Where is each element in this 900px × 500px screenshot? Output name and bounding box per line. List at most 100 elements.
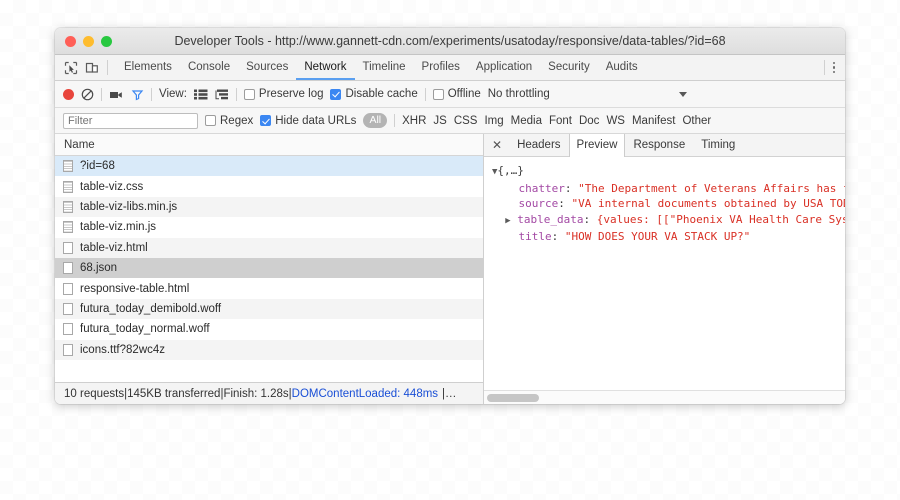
json-root-label: {,…} (497, 164, 524, 177)
json-key: title (518, 230, 552, 243)
filter-type-ws[interactable]: WS (606, 115, 625, 127)
device-toolbar-icon[interactable] (85, 61, 99, 75)
hide-data-urls-checkbox[interactable] (260, 115, 272, 126)
scrollbar-thumb[interactable] (487, 393, 539, 402)
window-controls (55, 35, 112, 47)
funnel-icon[interactable] (131, 88, 144, 101)
filter-type-css[interactable]: CSS (454, 115, 478, 127)
json-key: source (518, 197, 559, 210)
table-row[interactable]: table-viz.min.js (55, 217, 483, 237)
toolbar-divider-3 (235, 87, 237, 101)
json-value: {values: [["Phoenix VA Health Care Syste (596, 212, 845, 226)
camera-icon[interactable] (109, 88, 124, 101)
status-trailing: |… (442, 387, 457, 400)
minimize-window-button[interactable] (83, 35, 94, 47)
document-icon (63, 262, 73, 275)
clear-icon[interactable] (81, 88, 94, 101)
close-icon[interactable]: ✕ (484, 134, 509, 156)
document-icon (63, 343, 73, 356)
table-row[interactable]: table-viz.css (55, 176, 483, 196)
table-row[interactable]: table-viz-libs.min.js (55, 196, 483, 218)
detail-tab-headers[interactable]: Headers (509, 134, 568, 156)
tab-network[interactable]: Network (296, 55, 355, 80)
hide-data-urls-toggle[interactable]: Hide data URLs (260, 115, 356, 127)
kebab-menu-icon[interactable] (825, 55, 846, 80)
json-root-row[interactable]: ▼{,…} (492, 163, 845, 181)
devtools-window: Developer Tools - http://www.gannett-cdn… (55, 28, 845, 404)
detail-tab-timing[interactable]: Timing (693, 134, 743, 156)
filter-type-font[interactable]: Font (549, 115, 572, 127)
filter-type-media[interactable]: Media (511, 115, 542, 127)
json-value: "The Department of Veterans Affairs has … (578, 181, 845, 195)
table-row[interactable]: 68.json (55, 257, 483, 279)
table-row[interactable]: futura_today_demibold.woff (55, 298, 483, 320)
json-row: title: "HOW DOES YOUR VA STACK UP?" (518, 230, 751, 243)
tab-application[interactable]: Application (468, 55, 540, 80)
offline-toggle[interactable]: Offline (432, 88, 481, 100)
preserve-log-label: Preserve log (258, 88, 324, 100)
regex-checkbox[interactable] (205, 115, 216, 126)
regex-label: Regex (220, 114, 254, 127)
horizontal-scrollbar[interactable] (484, 390, 845, 404)
json-preview: ▼{,…} chatter: "The Department of Vetera… (484, 157, 845, 390)
tab-console[interactable]: Console (180, 55, 238, 80)
table-row[interactable]: responsive-table.html (55, 278, 483, 298)
detail-tab-response[interactable]: Response (625, 134, 693, 156)
title-bar: Developer Tools - http://www.gannett-cdn… (55, 28, 845, 55)
table-row[interactable]: table-viz.html (55, 237, 483, 258)
request-name: table-viz-libs.min.js (80, 200, 178, 213)
table-row[interactable]: ?id=68 (55, 156, 483, 177)
list-view-icon[interactable] (193, 89, 208, 100)
request-name: 68.json (80, 262, 118, 275)
toolbar-divider-1 (101, 87, 102, 101)
table-row[interactable]: futura_today_normal.woff (55, 319, 483, 339)
filter-type-img[interactable]: Img (484, 115, 503, 127)
close-window-button[interactable] (65, 35, 76, 47)
status-domcontentloaded: DOMContentLoaded: 448ms (291, 387, 439, 400)
json-row-expandable[interactable]: ▶ table_data: {values: [["Phoenix VA Hea… (492, 212, 845, 230)
filter-input[interactable] (63, 112, 198, 129)
preserve-log-toggle[interactable]: Preserve log (243, 88, 324, 100)
offline-checkbox[interactable] (432, 88, 444, 100)
toolbar-divider-2 (151, 87, 152, 101)
request-list-column-header[interactable]: Name (55, 134, 483, 156)
document-icon (63, 302, 73, 315)
document-lines-icon (63, 180, 73, 193)
chevron-down-icon[interactable] (679, 91, 687, 97)
document-lines-icon (63, 160, 73, 173)
throttling-value[interactable]: No throttling (488, 88, 550, 100)
json-row: source: "VA internal documents obtained … (492, 196, 846, 212)
regex-toggle[interactable]: Regex (205, 115, 253, 127)
tab-security[interactable]: Security (540, 55, 598, 80)
hide-data-urls-label: Hide data URLs (275, 114, 357, 127)
table-row[interactable]: icons.ttf?82wc4z (55, 339, 483, 360)
preserve-log-checkbox[interactable] (243, 88, 255, 100)
offline-label: Offline (447, 88, 481, 100)
tab-timeline[interactable]: Timeline (355, 55, 414, 80)
view-label: View: (159, 88, 187, 100)
tab-elements[interactable]: Elements (116, 55, 180, 80)
tab-profiles[interactable]: Profiles (414, 55, 468, 80)
status-transferred: 145KB transferred (127, 387, 221, 400)
record-icon[interactable] (63, 88, 74, 100)
kebab-dots (832, 61, 835, 74)
filter-type-manifest[interactable]: Manifest (632, 115, 675, 127)
filter-type-all[interactable]: All (363, 113, 388, 128)
filter-type-xhr[interactable]: XHR (402, 115, 426, 127)
json-key: table_data (517, 212, 584, 226)
request-name: futura_today_normal.woff (80, 323, 210, 336)
filter-type-js[interactable]: JS (433, 115, 446, 127)
waterfall-view-icon[interactable] (215, 89, 229, 100)
expand-triangle-icon[interactable]: ▶ (505, 216, 510, 226)
disable-cache-checkbox[interactable] (330, 88, 342, 100)
filter-type-other[interactable]: Other (682, 115, 711, 127)
inspect-element-icon[interactable] (64, 61, 78, 75)
filter-type-doc[interactable]: Doc (579, 115, 599, 127)
devtools-tool-icons (55, 55, 107, 80)
zoom-window-button[interactable] (101, 35, 112, 47)
tab-sources[interactable]: Sources (238, 55, 296, 80)
detail-tab-preview[interactable]: Preview (568, 134, 626, 157)
disable-cache-toggle[interactable]: Disable cache (330, 88, 418, 100)
document-icon (63, 282, 73, 295)
tab-audits[interactable]: Audits (598, 55, 646, 80)
